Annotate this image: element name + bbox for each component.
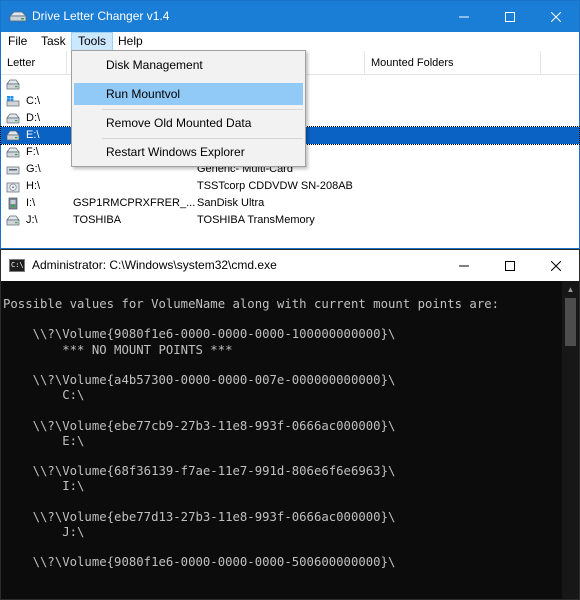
menu-bar: File Task Tools Help xyxy=(1,32,579,51)
tools-menu-dropdown: Disk Management Run Mountvol Remove Old … xyxy=(71,50,306,167)
console-line: C:\ xyxy=(3,388,85,403)
hdd-icon xyxy=(6,146,20,159)
cell-letter: J:\ xyxy=(26,214,38,226)
cmd-maximize-button[interactable] xyxy=(487,250,533,281)
menu-separator xyxy=(102,109,303,110)
console-scrollbar[interactable]: ▲ xyxy=(562,281,579,599)
usb-drive-icon xyxy=(6,197,20,210)
close-button[interactable] xyxy=(533,1,579,32)
console-line: E:\ xyxy=(3,433,85,448)
windows-drive-icon xyxy=(6,95,20,108)
cell-letter: H:\ xyxy=(26,180,41,192)
menu-separator xyxy=(102,138,303,139)
cmd-icon: C:\ xyxy=(9,259,25,272)
maximize-icon xyxy=(505,260,515,271)
minimize-button[interactable] xyxy=(441,1,487,32)
table-row[interactable]: H:\ TSSTcorp CDDVDW SN-208AB xyxy=(1,178,579,195)
console-line: \\?\Volume{ebe77d13-27b3-11e8-993f-0666a… xyxy=(3,509,396,524)
cmd-window-title: Administrator: C:\Windows\system32\cmd.e… xyxy=(32,258,277,272)
hdd-icon xyxy=(6,112,20,125)
hdd-icon xyxy=(6,129,20,142)
minimize-icon xyxy=(459,16,469,17)
cell-device: TSSTcorp CDDVDW SN-208AB xyxy=(197,180,353,192)
cell-label: GSP1RMCPRXFRER_... xyxy=(73,197,196,209)
cmd-titlebar[interactable]: C:\ Administrator: C:\Windows\system32\c… xyxy=(1,250,579,281)
cmd-minimize-button[interactable] xyxy=(441,250,487,281)
cell-letter: I:\ xyxy=(26,197,36,209)
console-output[interactable]: Possible values for VolumeName along wit… xyxy=(1,281,563,599)
maximize-icon xyxy=(505,11,515,22)
menu-help[interactable]: Help xyxy=(112,32,149,51)
console-line: *** NO MOUNT POINTS *** xyxy=(3,342,233,357)
cell-label: TOSHIBA xyxy=(73,214,122,226)
cell-letter: C:\ xyxy=(26,95,41,107)
menu-item-run-mountvol[interactable]: Run Mountvol xyxy=(74,83,303,105)
titlebar[interactable]: Drive Letter Changer v1.4 xyxy=(1,1,579,32)
cell-device: TOSHIBA TransMemory xyxy=(197,214,315,226)
hdd-icon xyxy=(6,78,20,91)
command-prompt-window: C:\ Administrator: C:\Windows\system32\c… xyxy=(0,249,580,600)
cell-letter: E:\ xyxy=(26,129,40,141)
cell-letter: G:\ xyxy=(26,163,41,175)
drive-letter-changer-window: Drive Letter Changer v1.4 File Task Tool… xyxy=(0,0,580,249)
menu-item-remove-old-mounted-data[interactable]: Remove Old Mounted Data xyxy=(74,112,303,134)
console-line: \\?\Volume{68f36139-f7ae-11e7-991d-806e6… xyxy=(3,464,396,479)
console-line: Possible values for VolumeName along wit… xyxy=(3,297,500,311)
close-icon xyxy=(551,260,561,271)
card-reader-icon xyxy=(6,163,20,176)
cell-letter: F:\ xyxy=(26,146,39,158)
console-line: J:\ xyxy=(3,524,85,539)
cmd-icon-text: C:\ xyxy=(11,261,24,269)
window-title: Drive Letter Changer v1.4 xyxy=(32,9,170,23)
menu-file[interactable]: File xyxy=(2,32,33,51)
table-row[interactable]: I:\ GSP1RMCPRXFRER_... SanDisk Ultra xyxy=(1,195,579,212)
scrollbar-thumb[interactable] xyxy=(565,298,576,346)
menu-item-restart-windows-explorer[interactable]: Restart Windows Explorer xyxy=(74,141,303,163)
optical-drive-icon xyxy=(6,180,20,193)
console-line: \\?\Volume{9080f1e6-0000-0000-0000-50060… xyxy=(3,555,396,570)
drive-app-icon xyxy=(9,11,27,22)
cell-device: SanDisk Ultra xyxy=(197,197,265,209)
console-line: I:\ xyxy=(3,479,85,494)
cell-letter: D:\ xyxy=(26,112,41,124)
table-row[interactable]: J:\ TOSHIBA TOSHIBA TransMemory xyxy=(1,212,579,229)
cmd-close-button[interactable] xyxy=(533,250,579,281)
hdd-icon xyxy=(6,214,20,227)
console-line: \\?\Volume{ebe77cb9-27b3-11e8-993f-0666a… xyxy=(3,418,396,433)
maximize-button[interactable] xyxy=(487,1,533,32)
column-header-mounted-folders[interactable]: Mounted Folders xyxy=(365,51,541,75)
console-line: \\?\Volume{a4b57300-0000-0000-007e-00000… xyxy=(3,372,396,387)
close-icon xyxy=(551,11,561,22)
scroll-up-icon[interactable]: ▲ xyxy=(562,281,579,298)
column-header-letter[interactable]: Letter xyxy=(1,51,67,75)
minimize-icon xyxy=(459,265,469,266)
menu-item-disk-management[interactable]: Disk Management xyxy=(74,54,303,76)
menu-task[interactable]: Task xyxy=(35,32,72,51)
console-line: \\?\Volume{9080f1e6-0000-0000-0000-10000… xyxy=(3,327,396,342)
menu-tools[interactable]: Tools xyxy=(71,32,114,51)
